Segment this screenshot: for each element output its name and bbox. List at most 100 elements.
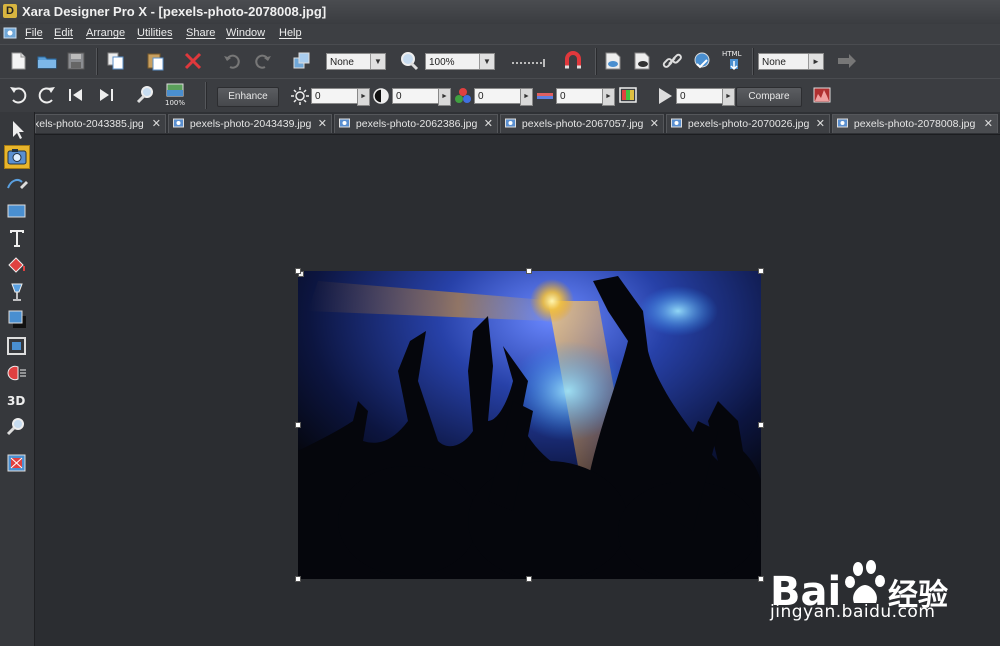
chevron-right-icon[interactable]: ►	[438, 88, 451, 106]
save-icon[interactable]	[65, 50, 87, 72]
menu-edit[interactable]: Edit	[54, 27, 73, 39]
zoom-fit-icon[interactable]	[135, 84, 157, 106]
menu-file[interactable]: File	[25, 27, 43, 39]
saturation-value: 0	[478, 91, 484, 102]
zoom-combo[interactable]: 100% ▼	[425, 53, 495, 70]
snap-magnet-icon[interactable]	[562, 50, 584, 72]
selector-tool[interactable]	[4, 118, 30, 142]
document-tab[interactable]: pexels-photo-2043439.jpg ✕	[168, 114, 332, 133]
zoom-100-icon[interactable]: 100%	[164, 82, 188, 108]
saturation-field[interactable]: 0 ►	[474, 88, 533, 106]
delete-icon[interactable]	[182, 50, 204, 72]
brightness-field[interactable]: 0 ►	[311, 88, 370, 106]
arrow-right-icon[interactable]	[836, 50, 858, 72]
live-effects-tool[interactable]	[4, 451, 30, 475]
photo-document-icon	[671, 118, 682, 128]
zoom-100-label: 100%	[165, 99, 185, 107]
photo-document-icon	[505, 118, 516, 128]
separator	[595, 48, 597, 75]
fill-tool[interactable]	[4, 253, 30, 277]
document-tab-active[interactable]: pexels-photo-2078008.jpg ✕	[832, 114, 998, 133]
close-icon[interactable]: ✕	[318, 115, 327, 133]
enhance-button[interactable]: Enhance	[217, 87, 279, 107]
tab-label: pexels-photo-2078008.jpg	[853, 118, 976, 130]
tab-label: pexels-photo-2070026.jpg	[687, 118, 810, 130]
menu-share[interactable]: Share	[186, 27, 215, 39]
rotate-right-icon[interactable]	[36, 84, 58, 106]
previous-photo-icon[interactable]	[65, 84, 87, 106]
new-document-icon[interactable]	[7, 50, 29, 72]
concert-photo[interactable]	[298, 271, 761, 579]
ruler-icon[interactable]	[510, 50, 546, 72]
resize-handle-bottom-left[interactable]	[295, 576, 301, 582]
photo-tool[interactable]	[4, 145, 30, 169]
temperature-icon	[534, 85, 554, 107]
watermark-url: jingyan.baidu.com	[770, 602, 936, 622]
resize-handle-top-left[interactable]	[295, 268, 301, 274]
rotate-left-icon[interactable]	[7, 84, 29, 106]
preview-browser-icon[interactable]	[631, 50, 653, 72]
menu-arrange[interactable]: Arrange	[86, 27, 125, 39]
zoom-magnifier-icon[interactable]	[398, 50, 420, 72]
undo-icon[interactable]	[221, 50, 243, 72]
temperature-field[interactable]: 0 ►	[556, 88, 615, 106]
photo-document-icon	[837, 118, 848, 128]
close-icon[interactable]: ✕	[984, 115, 993, 133]
color-balance-icon[interactable]	[617, 84, 639, 106]
link-icon[interactable]	[661, 50, 683, 72]
rectangle-tool[interactable]	[4, 199, 30, 223]
open-folder-icon[interactable]	[36, 50, 58, 72]
resize-handle-right[interactable]	[758, 422, 764, 428]
brightness-value: 0	[315, 91, 321, 102]
menu-help[interactable]: Help	[279, 27, 302, 39]
separator	[752, 48, 754, 75]
freehand-tool[interactable]	[4, 172, 30, 196]
chevron-right-icon[interactable]: ►	[357, 88, 370, 106]
paste-icon[interactable]	[144, 50, 166, 72]
redo-icon[interactable]	[252, 50, 274, 72]
next-photo-icon[interactable]	[95, 84, 117, 106]
document-tab[interactable]: pexels-photo-2067057.jpg ✕	[500, 114, 664, 133]
document-tab[interactable]: xels-photo-2043385.jpg ✕	[35, 114, 166, 133]
zoom-tool[interactable]	[4, 415, 30, 439]
contour-tool[interactable]	[4, 334, 30, 358]
sharpness-value: 0	[680, 91, 686, 102]
mould-tool[interactable]	[4, 361, 30, 385]
3d-tool[interactable]: 3D	[4, 388, 30, 412]
brightness-sun-icon	[289, 85, 309, 107]
contrast-field[interactable]: 0 ►	[392, 88, 451, 106]
close-icon[interactable]: ✕	[816, 115, 825, 133]
close-icon[interactable]: ✕	[484, 115, 493, 133]
resize-handle-left[interactable]	[295, 422, 301, 428]
resize-handle-bottom[interactable]	[526, 576, 532, 582]
close-icon[interactable]: ✕	[152, 115, 161, 133]
histogram-icon[interactable]	[811, 84, 833, 106]
web-preset-combo[interactable]: None ►	[758, 53, 824, 70]
shadow-tool[interactable]	[4, 307, 30, 331]
menu-utilities[interactable]: Utilities	[137, 27, 172, 39]
resize-handle-top[interactable]	[526, 268, 532, 274]
transparency-tool[interactable]	[4, 280, 30, 304]
compare-button[interactable]: Compare	[736, 87, 802, 107]
quality-combo[interactable]: None ▼	[326, 53, 386, 70]
chevron-right-icon[interactable]: ►	[520, 88, 533, 106]
document-tab[interactable]: pexels-photo-2070026.jpg ✕	[666, 114, 830, 133]
arrange-icon[interactable]	[291, 50, 313, 72]
document-tab[interactable]: pexels-photo-2062386.jpg ✕	[334, 114, 498, 133]
chevron-right-icon[interactable]: ►	[722, 88, 735, 106]
quality-combo-value: None	[330, 57, 354, 68]
document-menu-icon[interactable]	[3, 26, 17, 40]
sharpness-field[interactable]: 0 ►	[676, 88, 735, 106]
close-icon[interactable]: ✕	[650, 115, 659, 133]
chevron-right-icon[interactable]: ►	[602, 88, 615, 106]
text-tool[interactable]	[4, 226, 30, 250]
resize-handle-top-right[interactable]	[758, 268, 764, 274]
html-export-icon[interactable]: HTML	[720, 47, 748, 75]
publish-globe-icon[interactable]	[691, 50, 713, 72]
resize-handle-bottom-right[interactable]	[758, 576, 764, 582]
menu-window[interactable]: Window	[226, 27, 265, 39]
chevron-down-icon: ▼	[370, 54, 385, 69]
preview-page-icon[interactable]	[602, 50, 624, 72]
photo-document-icon	[173, 118, 184, 128]
copy-icon[interactable]	[105, 50, 127, 72]
